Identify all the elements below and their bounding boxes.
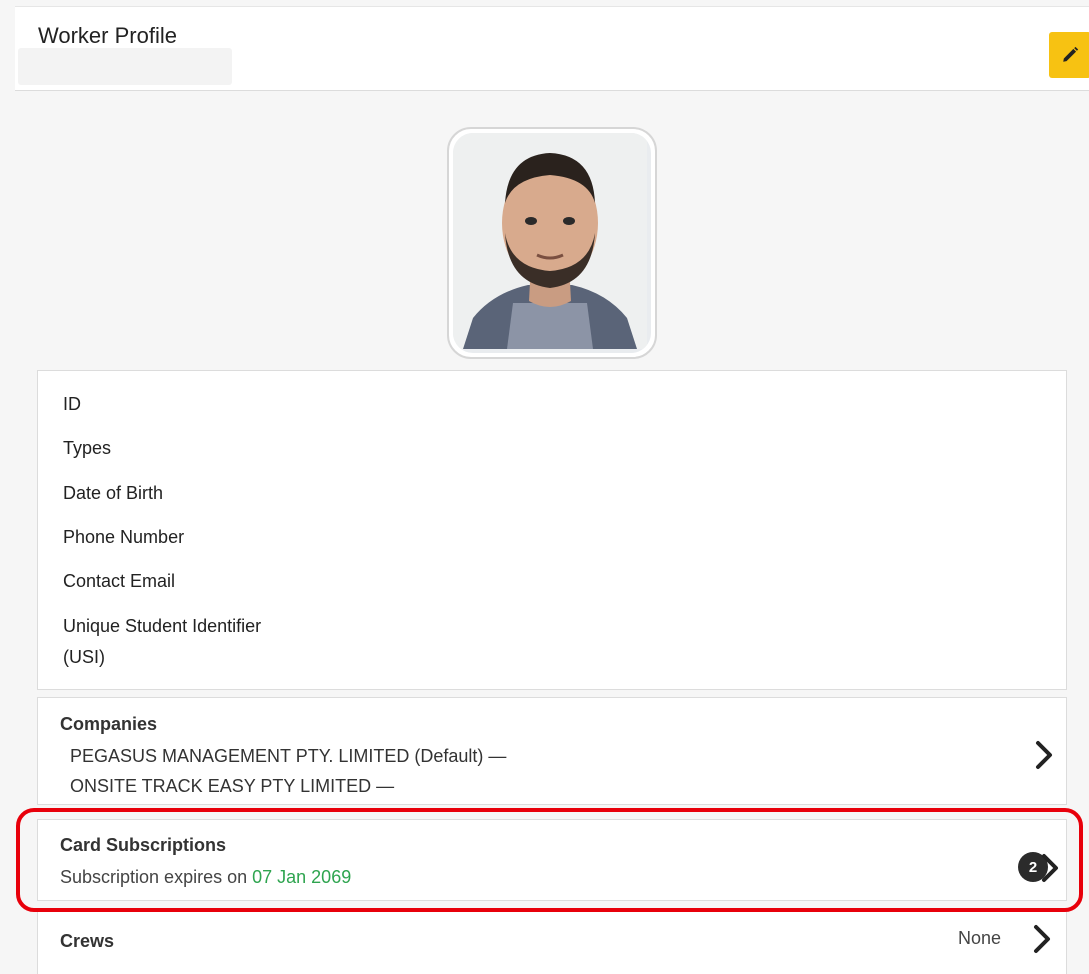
card-subscriptions-row[interactable]: Card Subscriptions Subscription expires … [37, 819, 1067, 901]
crews-row[interactable]: Crews None [37, 908, 1067, 974]
field-usi-label-abbr: (USI) [63, 647, 105, 667]
chevron-right-icon [1042, 854, 1058, 882]
page-title: Worker Profile [38, 23, 177, 48]
chevron-right-icon [1034, 925, 1050, 953]
chevron-right-icon [1036, 741, 1052, 769]
field-id-label: ID [63, 394, 81, 414]
subtitle-placeholder [18, 48, 232, 85]
field-types-label: Types [63, 438, 112, 458]
avatar [447, 127, 657, 359]
profile-header: Worker Profile [15, 7, 1089, 91]
card-subscriptions-title: Card Subscriptions [60, 835, 227, 855]
profile-photo [453, 133, 651, 353]
pencil-icon [1063, 46, 1079, 62]
field-usi-label: Unique Student Identifier [63, 616, 262, 636]
field-email-label: Contact Email [63, 571, 176, 591]
worker-profile-page: Worker Profile ID Types Date of Birth Ph… [0, 0, 1089, 974]
subscription-expiry-date: 07 Jan 2069 [252, 867, 352, 887]
crews-title: Crews [60, 931, 115, 951]
field-phone-label: Phone Number [63, 527, 185, 547]
companies-title: Companies [60, 714, 158, 734]
edit-button[interactable] [1049, 32, 1089, 78]
company-item: ONSITE TRACK EASY PTY LIMITED — [70, 776, 395, 796]
subscription-expiry: Subscription expires on 07 Jan 2069 [60, 867, 351, 888]
profile-details-card: ID Types Date of Birth Phone Number Cont… [37, 370, 1067, 690]
companies-row[interactable]: Companies PEGASUS MANAGEMENT PTY. LIMITE… [37, 697, 1067, 805]
subscription-expiry-prefix: Subscription expires on [60, 867, 248, 887]
company-item: PEGASUS MANAGEMENT PTY. LIMITED (Default… [70, 746, 507, 766]
field-dob-label: Date of Birth [63, 483, 164, 503]
crews-value: None [958, 928, 1002, 948]
